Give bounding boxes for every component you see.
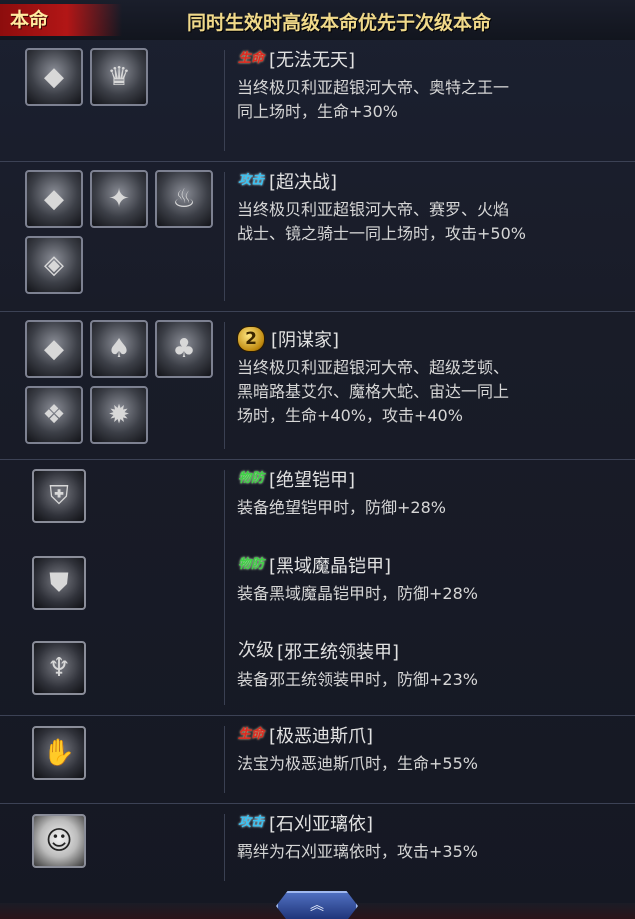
attack-badge: 攻击 xyxy=(238,173,265,188)
bond-name: [黑域魔晶铠甲] xyxy=(269,556,392,577)
evil-claw-icon[interactable]: ✋ xyxy=(32,726,86,780)
attack-badge: 攻击 xyxy=(238,815,265,830)
desc-line: 法宝为极恶迪斯爪时，生命+55% xyxy=(237,754,478,773)
tier-2-badge: 2 xyxy=(237,326,265,352)
defense-badge: 物防 xyxy=(238,471,265,486)
bond-name: [阴谋家] xyxy=(271,330,340,351)
bond-info: 2 [阴谋家] 当终极贝利亚超银河大帝、超级芝顿、 黑暗路基艾尔、魔格大蛇、宙达… xyxy=(237,324,627,428)
dark-lugiel-portrait-icon[interactable]: ♣ xyxy=(155,320,213,378)
bond-panel: 本命 同时生效时高级本命优先于次级本命 ◆ ♛ 生命 [无法无天] 当终极贝利亚… xyxy=(0,0,635,919)
bond-row-1: ◆ ♛ 生命 [无法无天] 当终极贝利亚超银河大帝、奥特之王一 同上场时，生命+… xyxy=(0,40,635,161)
desc-line: 场时，生命+40%，攻击+40% xyxy=(237,406,463,425)
belial-portrait-icon[interactable]: ◆ xyxy=(25,48,83,106)
desc-line: 装备黑域魔晶铠甲时，防御+28% xyxy=(237,584,478,603)
desc-line: 战士、镜之骑士一同上场时，攻击+50% xyxy=(237,224,526,243)
column-divider xyxy=(224,172,225,301)
defense-badge: 物防 xyxy=(238,557,265,572)
column-divider xyxy=(224,50,225,151)
bond-info: 生命 [无法无天] 当终极贝利亚超银河大帝、奥特之王一 同上场时，生命+30% xyxy=(237,44,627,124)
panel-header: 本命 同时生效时高级本命优先于次级本命 xyxy=(0,0,635,40)
desc-line: 当终极贝利亚超银河大帝、超级芝顿、 xyxy=(237,358,510,377)
ultraman-king-portrait-icon[interactable]: ♛ xyxy=(90,48,148,106)
bond-name: [绝望铠甲] xyxy=(269,470,356,491)
bond-description: 当终极贝利亚超银河大帝、赛罗、火焰 战士、镜之骑士一同上场时，攻击+50% xyxy=(237,198,627,246)
desc-line: 装备绝望铠甲时，防御+28% xyxy=(237,498,446,517)
bond-description: 羁绊为石刈亚璃依时，攻击+35% xyxy=(237,840,627,864)
maga-orochi-portrait-icon[interactable]: ❖ xyxy=(25,386,83,444)
belial-portrait-icon[interactable]: ◆ xyxy=(25,170,83,228)
column-divider xyxy=(224,470,225,705)
bond-row-4: ⛨ ⛊ ♆ 物防 [绝望铠甲] 装备绝望铠甲时，防御+28% 物防 [黑域魔晶铠… xyxy=(0,459,635,715)
priority-rule-text: 同时生效时高级本命优先于次级本命 xyxy=(187,12,492,34)
hp-badge: 生命 xyxy=(238,51,265,66)
bond-name: [超决战] xyxy=(269,172,338,193)
bond-info: 物防 [黑域魔晶铠甲] 装备黑域魔晶铠甲时，防御+28% xyxy=(237,550,627,606)
dark-crystal-armor-icon[interactable]: ⛊ xyxy=(32,556,86,610)
double-chevron-up-icon: ︽ xyxy=(310,898,324,914)
belial-portrait-icon[interactable]: ◆ xyxy=(25,320,83,378)
arie-ishikari-portrait-icon[interactable]: ☺ xyxy=(32,814,86,868)
bond-row-2: ◆ ✦ ♨ ◈ 攻击 [超决战] 当终极贝利亚超银河大帝、赛罗、火焰 战士、镜之… xyxy=(0,161,635,311)
bond-row-5: ✋ 生命 [极恶迪斯爪] 法宝为极恶迪斯爪时，生命+55% xyxy=(0,715,635,803)
column-divider xyxy=(224,814,225,881)
bond-info: 生命 [极恶迪斯爪] 法宝为极恶迪斯爪时，生命+55% xyxy=(237,720,627,776)
desc-line: 同上场时，生命+30% xyxy=(237,102,398,121)
bond-name: [无法无天] xyxy=(269,50,356,71)
secondary-tier-label: 次级 xyxy=(238,640,274,661)
bond-info: 攻击 [超决战] 当终极贝利亚超银河大帝、赛罗、火焰 战士、镜之骑士一同上场时，… xyxy=(237,166,627,246)
glenfire-portrait-icon[interactable]: ♨ xyxy=(155,170,213,228)
despair-armor-icon[interactable]: ⛨ xyxy=(32,469,86,523)
bond-info: 攻击 [石刈亚璃依] 羁绊为石刈亚璃依时，攻击+35% xyxy=(237,808,627,864)
bond-description: 当终极贝利亚超银河大帝、奥特之王一 同上场时，生命+30% xyxy=(237,76,627,124)
desc-line: 羁绊为石刈亚璃依时，攻击+35% xyxy=(237,842,478,861)
bond-name: [极恶迪斯爪] xyxy=(269,726,374,747)
juda-portrait-icon[interactable]: ✹ xyxy=(90,386,148,444)
column-divider xyxy=(224,322,225,449)
mirror-knight-portrait-icon[interactable]: ◈ xyxy=(25,236,83,294)
hp-badge: 生命 xyxy=(238,727,265,742)
bond-name: [石刈亚璃依] xyxy=(269,814,374,835)
bond-info: 次级 [邪王统领装甲] 装备邪王统领装甲时，防御+23% xyxy=(237,636,627,692)
column-divider xyxy=(224,726,225,793)
bond-row-6: ☺ 攻击 [石刈亚璃依] 羁绊为石刈亚璃依时，攻击+35% xyxy=(0,803,635,891)
bond-row-3: ◆ ♠ ♣ ❖ ✹ 2 [阴谋家] 当终极贝利亚超银河大帝、超级芝顿、 黑暗路基… xyxy=(0,311,635,459)
bond-info: 物防 [绝望铠甲] 装备绝望铠甲时，防御+28% xyxy=(237,464,627,520)
bond-name: [邪王统领装甲] xyxy=(277,642,400,663)
bond-description: 装备邪王统领装甲时，防御+23% xyxy=(237,668,627,692)
bond-description: 当终极贝利亚超银河大帝、超级芝顿、 黑暗路基艾尔、魔格大蛇、宙达一同上 场时，生… xyxy=(237,356,627,428)
bond-description: 装备绝望铠甲时，防御+28% xyxy=(237,496,627,520)
desc-line: 装备邪王统领装甲时，防御+23% xyxy=(237,670,478,689)
desc-line: 黑暗路基艾尔、魔格大蛇、宙达一同上 xyxy=(237,382,510,401)
collapse-button[interactable]: ︽ xyxy=(276,891,358,919)
bond-description: 法宝为极恶迪斯爪时，生命+55% xyxy=(237,752,627,776)
zero-portrait-icon[interactable]: ✦ xyxy=(90,170,148,228)
zetton-portrait-icon[interactable]: ♠ xyxy=(90,320,148,378)
desc-line: 当终极贝利亚超银河大帝、奥特之王一 xyxy=(237,78,510,97)
bond-description: 装备黑域魔晶铠甲时，防御+28% xyxy=(237,582,627,606)
evil-king-armor-icon[interactable]: ♆ xyxy=(32,641,86,695)
section-tag: 本命 xyxy=(0,4,122,36)
desc-line: 当终极贝利亚超银河大帝、赛罗、火焰 xyxy=(237,200,510,219)
